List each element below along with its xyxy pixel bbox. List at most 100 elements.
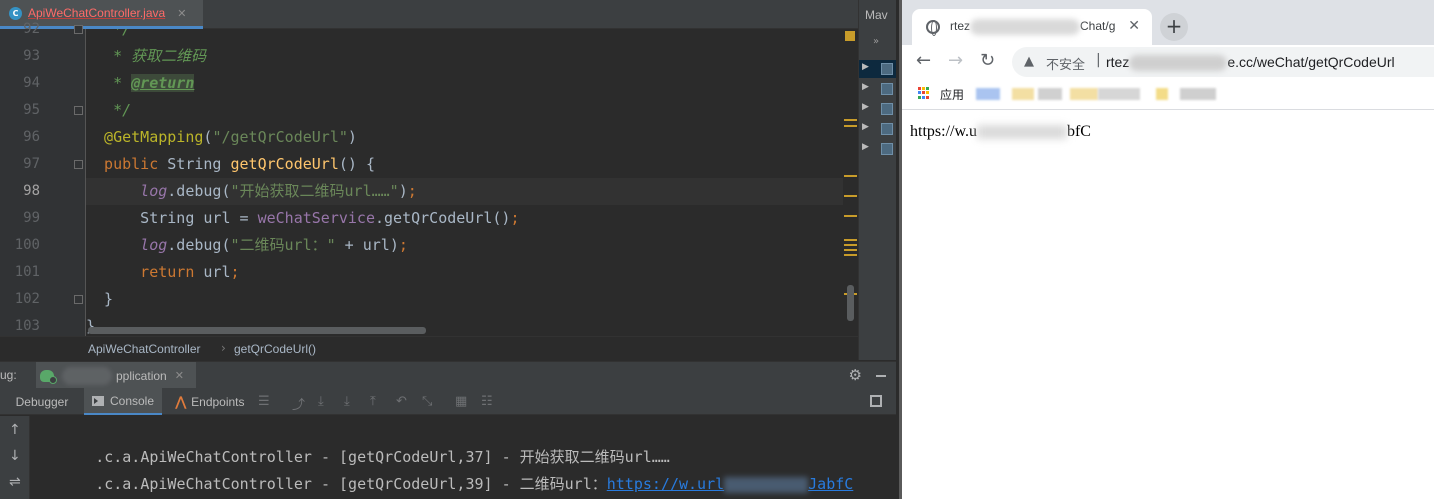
code-line[interactable]: * 获取二维码 — [86, 43, 843, 70]
soft-wrap-icon[interactable]: ⇌ — [9, 474, 21, 490]
breadcrumb: ApiWeChatController › getQrCodeUrl() — [0, 336, 858, 360]
bookmark-item[interactable] — [1098, 88, 1140, 100]
tab-endpoints[interactable]: ⋀ Endpoints — [170, 388, 250, 415]
code-line[interactable]: @GetMapping("/getQrCodeUrl") — [86, 124, 843, 151]
module-icon — [881, 83, 893, 95]
bookmark-item[interactable] — [1180, 88, 1216, 100]
line-number[interactable]: 96 — [0, 124, 40, 151]
line-number[interactable]: 94 — [0, 70, 40, 97]
stripe-marker[interactable] — [844, 215, 857, 217]
url-start: rtez — [1106, 54, 1130, 70]
stripe-marker[interactable] — [844, 239, 857, 241]
line-number[interactable]: 92 — [0, 16, 40, 43]
line-number[interactable]: 98 — [0, 178, 40, 205]
fold-marker-icon[interactable] — [74, 160, 83, 169]
code-token: String — [167, 155, 231, 173]
line-number[interactable]: 100 — [0, 232, 40, 259]
minimize-icon[interactable] — [876, 375, 886, 377]
code-line[interactable]: log.debug("开始获取二维码url……"); — [86, 178, 843, 205]
fold-marker-icon[interactable] — [74, 25, 83, 34]
console-scrollbar[interactable] — [888, 416, 896, 499]
trace-icon[interactable]: ☷ — [481, 394, 493, 409]
breadcrumb-class[interactable]: ApiWeChatController — [88, 342, 201, 356]
line-number[interactable]: 99 — [0, 205, 40, 232]
vertical-scrollbar[interactable] — [847, 285, 854, 321]
code-line[interactable]: log.debug("二维码url：" + url); — [86, 232, 843, 259]
maven-tree-item[interactable]: ▶ — [859, 80, 896, 98]
chevron-right-icon[interactable]: » — [873, 36, 879, 47]
close-icon[interactable]: ✕ — [175, 369, 184, 382]
step-over-icon[interactable]: ⤓ — [318, 394, 324, 409]
maven-label[interactable]: Mav — [865, 8, 888, 22]
horizontal-scrollbar[interactable] — [88, 327, 426, 334]
code-line[interactable]: public String getQrCodeUrl() { — [86, 151, 843, 178]
code-editor[interactable]: */ * 获取二维码 * @return */ @GetMapping("/ge… — [86, 29, 843, 336]
code-token: return — [86, 263, 204, 281]
maven-tree-item[interactable]: ▶ — [859, 60, 896, 78]
code-line[interactable]: * @return — [86, 70, 843, 97]
code-line[interactable]: */ — [86, 97, 843, 124]
stripe-marker[interactable] — [844, 249, 857, 251]
stripe-marker[interactable] — [844, 175, 857, 177]
security-label[interactable]: 不安全 — [1046, 54, 1085, 73]
close-icon[interactable]: ✕ — [177, 7, 186, 20]
bookmark-item[interactable] — [1038, 88, 1062, 100]
menu-icon[interactable]: ☰ — [258, 394, 270, 409]
apps-label[interactable]: 应用 — [940, 86, 964, 103]
line-number[interactable]: 97 — [0, 151, 40, 178]
code-line[interactable]: String url = weChatService.getQrCodeUrl(… — [86, 205, 843, 232]
error-stripe[interactable] — [843, 29, 858, 360]
stripe-marker[interactable] — [844, 125, 857, 127]
maven-tree-item[interactable]: ▶ — [859, 100, 896, 118]
stripe-marker[interactable] — [844, 244, 857, 246]
arrow-down-icon[interactable]: ↓ — [9, 448, 21, 464]
line-number[interactable]: 102 — [0, 286, 40, 313]
line-number-gutter[interactable]: 92 93 94 95 96 97 98 99 100 101 102 103 — [0, 21, 86, 336]
code-line[interactable]: */ — [86, 29, 843, 43]
maven-tree-item[interactable]: ▶ — [859, 120, 896, 138]
browser-tab[interactable]: rtez Chat/g ✕ — [912, 9, 1152, 45]
warning-icon[interactable]: ▲ — [1024, 54, 1034, 69]
drop-frame-icon[interactable]: ↶ — [396, 394, 407, 409]
gear-icon[interactable]: ⚙ — [849, 366, 862, 384]
bookmark-item[interactable] — [976, 88, 1000, 100]
stripe-marker[interactable] — [844, 119, 857, 121]
page-url-text: https://w.u bfC — [910, 123, 1091, 141]
url-text[interactable]: rtez e.cc/weChat/getQrCodeUrl — [1106, 54, 1395, 72]
step-out-icon[interactable]: ⤒ — [370, 394, 376, 409]
console-output[interactable]: .c.a.ApiWeChatController - [getQrCodeUrl… — [30, 416, 888, 499]
code-line[interactable]: } — [86, 286, 843, 313]
reload-icon[interactable]: ↻ — [980, 50, 995, 71]
tab-debugger[interactable]: Debugger — [6, 388, 78, 415]
fold-marker-icon[interactable] — [74, 295, 83, 304]
line-number[interactable]: 93 — [0, 43, 40, 70]
tab-console[interactable]: Console — [84, 388, 162, 415]
breadcrumb-method[interactable]: getQrCodeUrl() — [234, 342, 316, 356]
step-into-icon[interactable]: ⤓ — [344, 394, 350, 409]
forward-icon[interactable]: → — [948, 50, 963, 71]
arrow-up-icon[interactable]: ↑ — [9, 422, 21, 438]
evaluate-icon[interactable]: ▦ — [455, 394, 467, 409]
bookmark-item[interactable] — [1012, 88, 1034, 100]
maven-tree-item[interactable]: ▶ — [859, 140, 896, 158]
code-line[interactable]: return url; — [86, 259, 843, 286]
apps-icon[interactable] — [918, 87, 930, 99]
bookmark-item[interactable] — [1070, 88, 1098, 100]
new-tab-icon[interactable]: + — [1160, 13, 1188, 41]
close-icon[interactable]: ✕ — [1128, 18, 1140, 34]
console-url-link[interactable]: https://w.url JabfC — [607, 475, 854, 493]
stripe-marker[interactable] — [844, 195, 857, 197]
run-to-cursor-icon[interactable]: ⤡ — [422, 394, 432, 409]
line-number[interactable]: 95 — [0, 97, 40, 124]
bookmark-item[interactable] — [1156, 88, 1168, 100]
warning-marker[interactable] — [845, 31, 855, 41]
run-config-tab[interactable]: pplication ✕ — [36, 362, 196, 389]
code-token: * — [86, 74, 132, 92]
stripe-marker[interactable] — [844, 254, 857, 256]
show-execution-point-icon[interactable]: ⤴ — [292, 394, 305, 413]
back-icon[interactable]: ← — [916, 50, 931, 71]
line-number[interactable]: 101 — [0, 259, 40, 286]
address-bar[interactable]: ▲ 不安全 | rtez e.cc/weChat/getQrCodeUrl — [1012, 47, 1434, 77]
layout-icon[interactable] — [870, 395, 882, 407]
fold-marker-icon[interactable] — [74, 106, 83, 115]
